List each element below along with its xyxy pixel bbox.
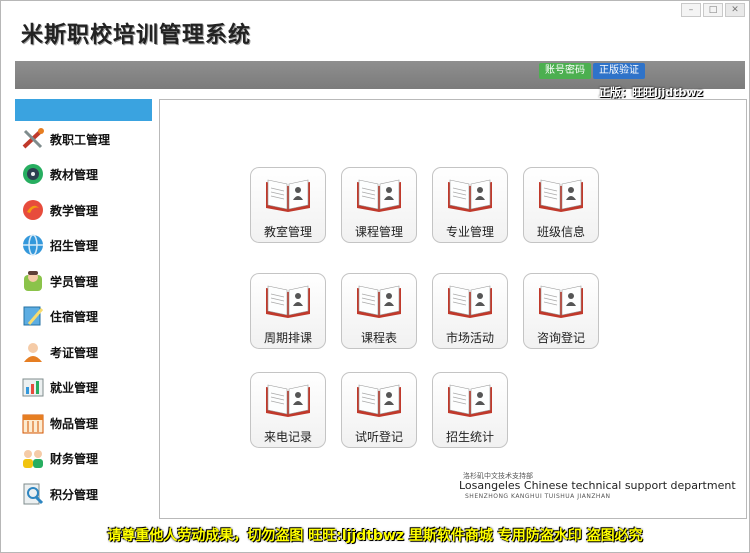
disc-icon bbox=[21, 162, 45, 186]
book-icon bbox=[448, 179, 492, 212]
book-icon bbox=[357, 179, 401, 212]
sidebar-item-teaching[interactable]: 教学管理 bbox=[21, 196, 151, 224]
book-icon bbox=[448, 384, 492, 417]
book-icon bbox=[357, 285, 401, 318]
sidebar-item-goods[interactable]: 物品管理 bbox=[21, 409, 151, 437]
sidebar-item-label: 住宿管理 bbox=[50, 309, 99, 324]
book-icon bbox=[266, 285, 310, 318]
tile-major-management[interactable]: 专业管理 bbox=[432, 167, 508, 243]
sidebar-item-label: 教职工管理 bbox=[50, 132, 111, 147]
chart-icon bbox=[21, 375, 45, 399]
tile-cycle-scheduling[interactable]: 周期排课 bbox=[250, 273, 326, 349]
tile-label: 班级信息 bbox=[536, 225, 585, 239]
tile-label: 咨询登记 bbox=[536, 331, 585, 345]
sidebar-item-label: 物品管理 bbox=[50, 416, 99, 431]
sidebar-item-certificates[interactable]: 考证管理 bbox=[21, 338, 151, 366]
support-dept-pinyin: SHENZHONG KANGHUI TUISHUA JIANZHAN bbox=[465, 493, 611, 500]
tile-timetable[interactable]: 课程表 bbox=[341, 273, 417, 349]
app-window: 米斯职校培训管理系统 – □ ✕ 账号密码 正版验证 正版：旺旺ljjdtbwz… bbox=[0, 0, 750, 553]
tile-trial-registration[interactable]: 试听登记 bbox=[341, 372, 417, 448]
sidebar-item-points[interactable]: 积分管理 bbox=[21, 480, 151, 508]
sidebar-item-staff[interactable]: 教职工管理 bbox=[21, 125, 151, 153]
sidebar-item-label: 学员管理 bbox=[50, 274, 99, 289]
sidebar-item-students[interactable]: 学员管理 bbox=[21, 267, 151, 295]
tile-inquiry-registration[interactable]: 咨询登记 bbox=[523, 273, 599, 349]
tile-label: 试听登记 bbox=[354, 430, 403, 444]
tile-label: 招生统计 bbox=[445, 430, 494, 444]
sidebar-header bbox=[15, 99, 152, 121]
tile-label: 周期排课 bbox=[263, 331, 312, 345]
tile-class-info[interactable]: 班级信息 bbox=[523, 167, 599, 243]
sidebar-item-employment[interactable]: 就业管理 bbox=[21, 373, 151, 401]
tile-enrollment-stats[interactable]: 招生统计 bbox=[432, 372, 508, 448]
version-watermark: 正版：旺旺ljjdtbwz bbox=[599, 86, 703, 99]
tile-label: 市场活动 bbox=[445, 331, 494, 345]
tile-label: 专业管理 bbox=[445, 225, 494, 239]
group-icon bbox=[21, 446, 45, 470]
tile-label: 课程管理 bbox=[354, 225, 403, 239]
minimize-button[interactable]: – bbox=[681, 3, 701, 17]
book-icon bbox=[539, 179, 583, 212]
sidebar-item-enrollment[interactable]: 招生管理 bbox=[21, 231, 151, 259]
book-icon bbox=[448, 285, 492, 318]
tile-classroom-management[interactable]: 教室管理 bbox=[250, 167, 326, 243]
sidebar-item-label: 招生管理 bbox=[50, 238, 99, 253]
account-password-button[interactable]: 账号密码 bbox=[539, 63, 591, 79]
sidebar-item-dormitory[interactable]: 住宿管理 bbox=[21, 302, 151, 330]
sidebar-item-label: 就业管理 bbox=[50, 380, 99, 395]
support-dept-en: Losangeles Chinese technical support dep… bbox=[459, 479, 736, 492]
tile-label: 教室管理 bbox=[263, 225, 312, 239]
pencil-icon bbox=[21, 304, 45, 328]
sidebar-item-label: 财务管理 bbox=[50, 451, 99, 466]
book-icon bbox=[266, 179, 310, 212]
sidebar-item-label: 积分管理 bbox=[50, 487, 99, 502]
tile-marketing-activity[interactable]: 市场活动 bbox=[432, 273, 508, 349]
calendar-icon bbox=[21, 411, 45, 435]
watermark-footer: 请尊重他人劳动成果，切勿盗图 旺旺:ljjdtbwz 里斯软件商城 专用防盗水印… bbox=[107, 528, 643, 544]
book-icon bbox=[266, 384, 310, 417]
close-button[interactable]: ✕ bbox=[725, 3, 745, 17]
genuine-verify-button[interactable]: 正版验证 bbox=[593, 63, 645, 79]
tile-label: 来电记录 bbox=[263, 430, 312, 444]
globe-icon bbox=[21, 233, 45, 257]
person-icon bbox=[21, 269, 45, 293]
book-icon bbox=[539, 285, 583, 318]
title-bar: 米斯职校培训管理系统 – □ ✕ bbox=[1, 1, 749, 59]
book-icon bbox=[357, 384, 401, 417]
sidebar-item-finance[interactable]: 财务管理 bbox=[21, 444, 151, 472]
maximize-button[interactable]: □ bbox=[703, 3, 723, 17]
app-title: 米斯职校培训管理系统 bbox=[21, 22, 252, 48]
sidebar-item-label: 教材管理 bbox=[50, 167, 99, 182]
user-icon bbox=[21, 340, 45, 364]
swirl-icon bbox=[21, 198, 45, 222]
tile-call-records[interactable]: 来电记录 bbox=[250, 372, 326, 448]
tile-label: 课程表 bbox=[360, 331, 397, 345]
tile-course-management[interactable]: 课程管理 bbox=[341, 167, 417, 243]
sidebar-item-materials[interactable]: 教材管理 bbox=[21, 160, 151, 188]
tools-icon bbox=[21, 127, 45, 151]
sidebar-item-label: 考证管理 bbox=[50, 345, 99, 360]
sidebar-item-label: 教学管理 bbox=[50, 203, 99, 218]
magnifier-icon bbox=[21, 482, 45, 506]
